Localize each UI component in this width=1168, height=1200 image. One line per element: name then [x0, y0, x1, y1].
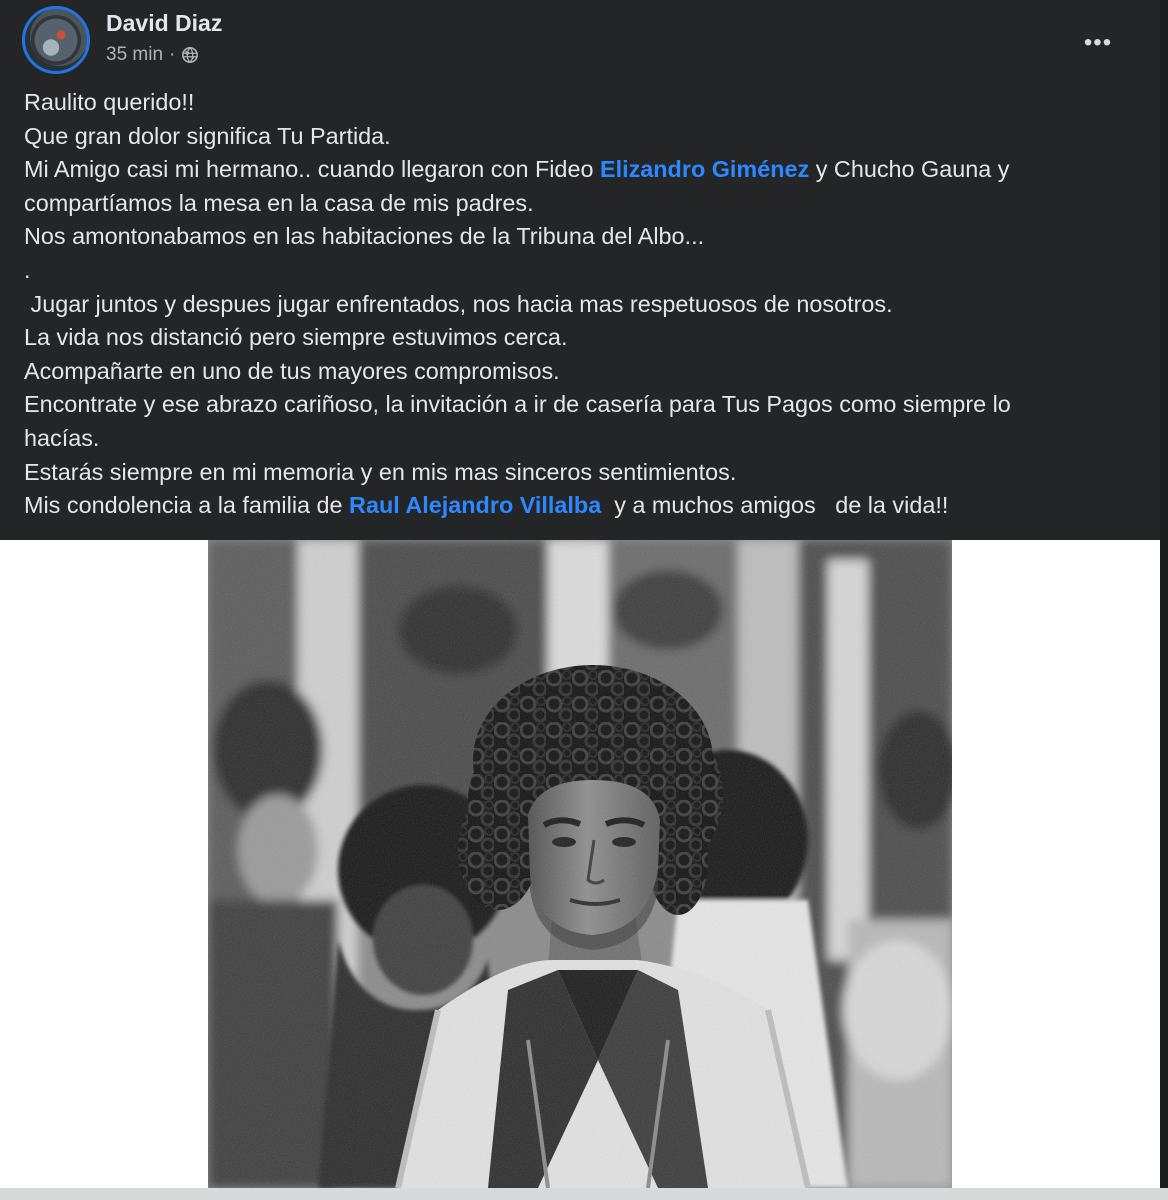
post-header: David Diaz 35 min · •••: [22, 6, 1142, 76]
mention-link[interactable]: Elizandro Giménez: [600, 156, 809, 182]
post-image-container[interactable]: [0, 540, 1160, 1188]
post-text-segment: Mis condolencia a la familia de: [24, 492, 350, 519]
mention-link[interactable]: Raul Alejandro Villalba: [349, 492, 601, 518]
author-name[interactable]: David Diaz: [106, 10, 222, 37]
post-text-line: La vida nos distanció pero siempre estuv…: [24, 324, 568, 351]
post-text-segment: y Chucho Gauna y: [809, 156, 1010, 183]
post-text-line: Mis condolencia a la familia de Raul Ale…: [24, 489, 1134, 523]
post-timestamp[interactable]: 35 min: [106, 44, 163, 66]
meta-separator: ·: [169, 44, 176, 65]
avatar-image: [31, 15, 81, 65]
facebook-post: David Diaz 35 min · ••• Raulito querido!…: [0, 0, 1160, 1200]
post-text-line: hacías.: [24, 424, 100, 451]
post-text-line: Que gran dolor significa Tu Partida.: [24, 122, 391, 149]
post-text-line: compartíamos la mesa en la casa de mis p…: [24, 189, 534, 216]
post-text-line: Raulito querido!!: [24, 89, 195, 115]
globe-icon[interactable]: [181, 46, 199, 64]
post-text: Raulito querido!! Que gran dolor signific…: [24, 86, 1134, 523]
page-edge: [1160, 0, 1168, 1200]
post-text-line: Acompañarte en uno de tus mayores compro…: [24, 357, 560, 384]
post-meta: 35 min ·: [106, 44, 199, 66]
post-text-line: Mi Amigo casi mi hermano.. cuando llegar…: [24, 153, 1134, 187]
photo-illustration: [208, 540, 952, 1188]
post-photo[interactable]: [208, 540, 952, 1188]
post-text-line: Nos amontonabamos en las habitaciones de…: [24, 223, 705, 250]
post-text-line: Jugar juntos y despues jugar enfrentados…: [24, 290, 893, 317]
more-horizontal-icon: •••: [1083, 29, 1113, 56]
post-text-segment: y a muchos amigos de la vida!!: [601, 492, 949, 519]
post-text-line: Encontrate y ese abrazo cariñoso, la inv…: [24, 391, 1011, 418]
bottom-bar: [0, 1188, 1168, 1200]
post-text-line: Estarás siempre en mi memoria y en mis m…: [24, 458, 737, 485]
post-text-line: .: [24, 256, 31, 283]
author-avatar[interactable]: [22, 6, 90, 74]
post-options-button[interactable]: •••: [1078, 29, 1118, 56]
post-text-segment: Mi Amigo casi mi hermano.. cuando llegar…: [24, 156, 600, 183]
